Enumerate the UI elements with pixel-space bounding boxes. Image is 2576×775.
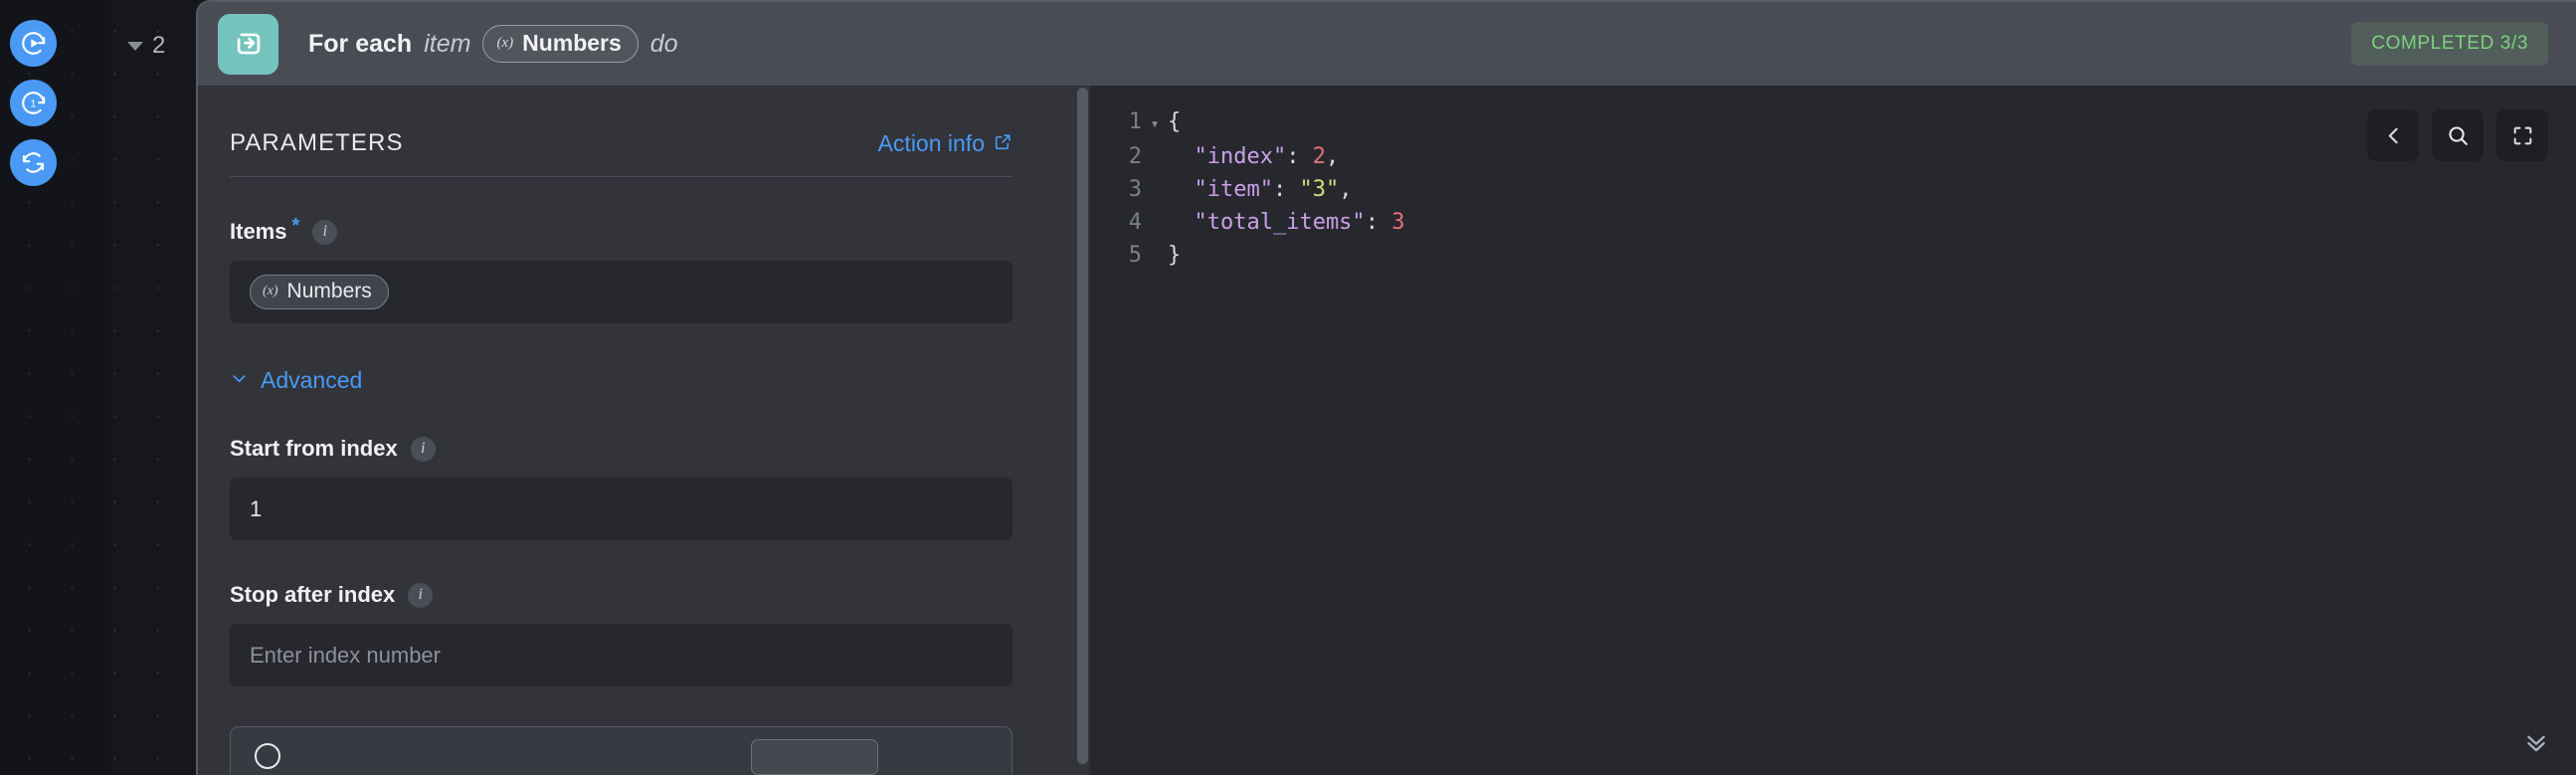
fold-toggle-icon[interactable]: ▾: [1142, 107, 1168, 140]
json-output[interactable]: 1 ▾{2 "index": 2,3 "item": "3", 4 "total_i…: [1090, 105, 2576, 272]
code-token: {: [1168, 109, 1182, 134]
code-toolbar: [2367, 109, 2548, 161]
code-token: 3: [1391, 210, 1405, 235]
code-token: 2: [1312, 144, 1326, 169]
items-field: Items * i (x) Numbers: [230, 215, 1012, 323]
refresh-icon[interactable]: [10, 139, 57, 186]
items-field-label: Items * i: [230, 215, 1012, 245]
step-number: 2: [152, 32, 166, 59]
code-line: 5}: [1090, 239, 2576, 272]
line-number: 5: [1128, 243, 1142, 268]
variable-x-icon: (x): [496, 35, 514, 51]
triangle-down-icon[interactable]: [127, 41, 143, 51]
back-chevron-button[interactable]: [2367, 109, 2419, 161]
items-label-text: Items: [230, 219, 287, 244]
parameters-header: PARAMETERS Action info: [230, 129, 1012, 177]
code-token: :: [1365, 210, 1392, 235]
start-from-index-label: Start from index i: [230, 436, 1012, 462]
title-middle: item: [424, 29, 471, 58]
code-line: 1 ▾{: [1090, 105, 2576, 140]
stop-after-index-label: Stop after index i: [230, 582, 1012, 608]
stop-after-index-field: Stop after index i Enter index number: [230, 582, 1012, 686]
fullscreen-icon: [2513, 126, 2531, 144]
line-number: 4: [1128, 210, 1142, 235]
status-badge: COMPLETED 3/3: [2351, 22, 2548, 66]
start-from-index-input[interactable]: 1: [230, 478, 1012, 540]
code-line: 3 "item": "3",: [1090, 173, 2576, 206]
external-link-icon: [994, 130, 1012, 157]
scrollbar-thumb[interactable]: [1077, 88, 1088, 764]
code-line: 4 "total_items": 3: [1090, 206, 2576, 239]
items-variable-chip[interactable]: (x) Numbers: [250, 275, 389, 309]
title-prefix: For each: [308, 29, 413, 58]
code-token: "total_items": [1168, 210, 1366, 235]
action-info-label: Action info: [877, 130, 985, 156]
chevron-down-icon: [230, 367, 249, 394]
advanced-toggle-label: Advanced: [261, 367, 363, 393]
variable-chip-label: Numbers: [522, 30, 622, 56]
inline-pill-button[interactable]: [751, 739, 878, 775]
line-number: 2: [1128, 144, 1142, 169]
code-line: 2 "index": 2,: [1090, 140, 2576, 173]
code-token: "item": [1168, 177, 1273, 202]
run-workflow-icon[interactable]: [10, 20, 57, 67]
code-token: "index": [1168, 144, 1287, 169]
left-action-rail: 1: [0, 0, 111, 775]
card-body: PARAMETERS Action info Items * i (x) Num…: [198, 86, 2576, 775]
code-token: ,: [1339, 177, 1353, 202]
svg-text:1: 1: [31, 99, 37, 110]
app-root: 1 2 For each item (x) Numbers do COMPLET…: [0, 0, 2576, 775]
line-number: 3: [1128, 177, 1142, 202]
breadcrumb[interactable]: 2: [127, 32, 165, 60]
parameters-section-title: PARAMETERS: [230, 129, 404, 156]
info-icon[interactable]: i: [410, 436, 436, 462]
code-token: ,: [1325, 144, 1340, 169]
stop-after-index-label-text: Stop after index: [230, 582, 396, 607]
line-number: 1: [1128, 109, 1142, 134]
chevron-left-icon: [2388, 127, 2398, 143]
items-input[interactable]: (x) Numbers: [230, 261, 1012, 323]
action-header: For each item (x) Numbers do COMPLETED 3…: [198, 2, 2576, 86]
code-token: "3": [1299, 177, 1340, 202]
search-button[interactable]: [2432, 109, 2484, 161]
fullscreen-button[interactable]: [2496, 109, 2548, 161]
code-token: }: [1168, 243, 1182, 268]
info-icon[interactable]: i: [312, 219, 338, 245]
action-info-link[interactable]: Action info: [878, 130, 1012, 157]
run-once-icon[interactable]: 1: [10, 80, 57, 126]
search-icon: [2448, 125, 2468, 145]
code-token: :: [1272, 177, 1300, 202]
radio-circle-icon: [255, 743, 280, 769]
header-variable-chip[interactable]: (x) Numbers: [482, 25, 639, 63]
start-from-index-label-text: Start from index: [230, 436, 398, 461]
start-from-index-field: Start from index i 1: [230, 436, 1012, 540]
double-chevron-down-icon[interactable]: [2522, 728, 2550, 761]
items-chip-label: Numbers: [286, 280, 372, 302]
action-detail-card: For each item (x) Numbers do COMPLETED 3…: [196, 0, 2576, 775]
info-icon[interactable]: i: [408, 582, 434, 608]
code-token: :: [1286, 144, 1313, 169]
advanced-section-toggle[interactable]: Advanced: [230, 367, 362, 394]
parameters-pane: PARAMETERS Action info Items * i (x) Num…: [198, 86, 1090, 775]
output-code-pane: 1 ▾{2 "index": 2,3 "item": "3", 4 "total_i…: [1090, 86, 2576, 775]
for-each-loop-icon: [218, 13, 278, 75]
collapsed-option-panel[interactable]: [230, 726, 1012, 775]
stop-after-index-input[interactable]: Enter index number: [230, 624, 1012, 686]
variable-x-icon: (x): [263, 284, 278, 298]
title-suffix: do: [649, 29, 678, 58]
required-asterisk: *: [291, 215, 300, 237]
page-title: For each item (x) Numbers do: [308, 25, 678, 63]
parameters-scrollbar[interactable]: [1077, 88, 1088, 773]
